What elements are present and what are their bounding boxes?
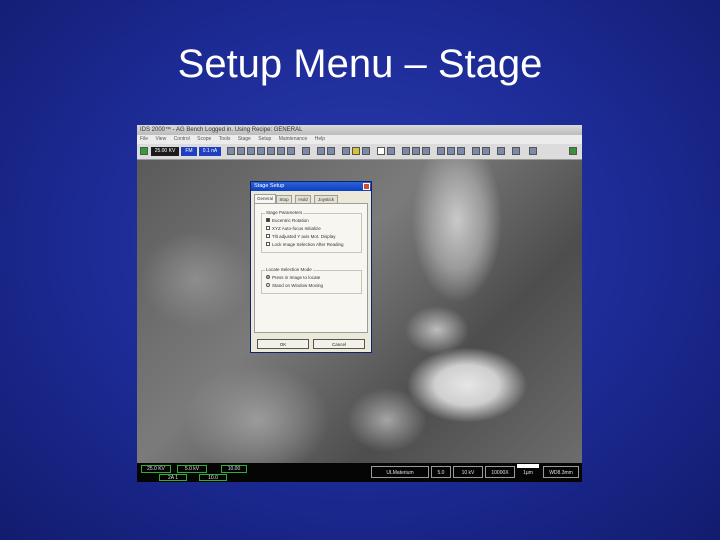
start-icon[interactable] (140, 147, 148, 155)
export-icon[interactable] (497, 147, 505, 155)
database-icon[interactable] (529, 147, 537, 155)
menu-bar: File View Control Scope Tools Stage Setu… (137, 135, 582, 144)
option-lock-image[interactable]: Lock Image Selection After Reading (266, 241, 344, 248)
menu-stage[interactable]: Stage (238, 136, 251, 142)
option-tilt-adjusted[interactable]: Tilt adjusted Y axis Mot. Display (266, 233, 335, 240)
cancel-button[interactable]: Cancel (313, 339, 365, 349)
status-kv: 25.0 KV (141, 465, 171, 473)
locate-selection-group (261, 270, 362, 294)
stage-setup-dialog: Stage Setup General Stop Hold Joystick S… (250, 181, 372, 353)
kv-field[interactable]: 25.00 KV (151, 147, 179, 156)
image2-icon[interactable] (412, 147, 420, 155)
checkbox-checked-icon[interactable] (266, 217, 270, 222)
stage-parameters-label: Stage Parameters (265, 210, 304, 215)
freeze-icon[interactable] (237, 147, 245, 155)
focus-icon[interactable] (247, 147, 255, 155)
light-icon[interactable] (352, 147, 360, 155)
dialog-title: Stage Setup (251, 182, 371, 191)
image6-icon[interactable] (457, 147, 465, 155)
menu-maintenance[interactable]: Maintenance (279, 136, 308, 142)
image4-icon[interactable] (437, 147, 445, 155)
status-bar: 25.0 KV 5.0 kV 10.00 2A 1 10.0 ULMateriu… (137, 463, 582, 482)
camera-icon[interactable] (512, 147, 520, 155)
current-field[interactable]: 0.1 nA (199, 147, 221, 156)
menu-scope[interactable]: Scope (197, 136, 211, 142)
menu-control[interactable]: Control (174, 136, 190, 142)
mode-field[interactable]: FM (181, 147, 197, 156)
save-icon[interactable] (317, 147, 325, 155)
status-scale: 1µm (523, 470, 533, 476)
status-wd: 10.0 (199, 474, 227, 481)
image3-icon[interactable] (422, 147, 430, 155)
option-stand-window[interactable]: Stand on Window Moving (266, 282, 323, 289)
locate-selection-label: Locate Selection Mode (265, 267, 313, 272)
toolbar: 25.00 KV FM 0.1 nA (137, 144, 582, 160)
status-spot: 5.0 kV (177, 465, 207, 473)
magnify-icon[interactable] (287, 147, 295, 155)
checkbox-icon[interactable] (266, 241, 270, 246)
checkbox-icon[interactable] (266, 225, 270, 230)
image1-icon[interactable] (402, 147, 410, 155)
menu-tools[interactable]: Tools (219, 136, 231, 142)
status-mag: 10.00 (221, 465, 247, 473)
stigmator-icon[interactable] (257, 147, 265, 155)
checkbox-icon[interactable] (266, 233, 270, 238)
play-icon[interactable] (362, 147, 370, 155)
ok-button[interactable]: OK (257, 339, 309, 349)
ruler-icon[interactable] (482, 147, 490, 155)
contrast-icon[interactable] (277, 147, 285, 155)
tab-general[interactable]: General (254, 194, 276, 203)
dialog-panel: Stage Parameters Eucentric Rotation XYZ … (254, 203, 368, 333)
tab-joystick[interactable]: Joystick (314, 195, 338, 203)
menu-file[interactable]: File (140, 136, 148, 142)
menu-setup[interactable]: Setup (258, 136, 271, 142)
tab-stop[interactable]: Stop (276, 195, 292, 203)
slide-title: Setup Menu – Stage (177, 42, 543, 86)
option-press-image[interactable]: Press in Image to locate (266, 274, 320, 281)
scale-bar (517, 464, 539, 468)
vacuum-icon[interactable] (569, 147, 577, 155)
tab-hold[interactable]: Hold (295, 195, 311, 203)
status-working-distance: WD8.3mm (543, 466, 579, 478)
print-icon[interactable] (327, 147, 335, 155)
window-title: IDS 2000™ - AG Bench Logged in. Using Re… (137, 125, 582, 135)
option-xyz-autofocus[interactable]: XYZ Auto-focus Initialize (266, 225, 321, 232)
checkbox-icon[interactable] (377, 147, 385, 155)
scan-icon[interactable] (227, 147, 235, 155)
histogram-icon[interactable] (472, 147, 480, 155)
option-eucentric-rotation[interactable]: Eucentric Rotation (266, 217, 309, 224)
target-icon[interactable] (387, 147, 395, 155)
status-magnification: 10000X (485, 466, 515, 478)
brightness-icon[interactable] (267, 147, 275, 155)
image5-icon[interactable] (447, 147, 455, 155)
radio-selected-icon[interactable] (266, 274, 270, 279)
menu-help[interactable]: Help (315, 136, 325, 142)
settings-icon[interactable] (342, 147, 350, 155)
grid-icon[interactable] (302, 147, 310, 155)
close-icon[interactable] (363, 183, 370, 190)
status-detector: 2A 1 (159, 474, 187, 481)
radio-icon[interactable] (266, 282, 270, 287)
menu-view[interactable]: View (155, 136, 166, 142)
status-sample: ULMaterium (371, 466, 429, 478)
status-voltage: 10 kV (453, 466, 483, 478)
status-value: 5.0 (431, 466, 451, 478)
